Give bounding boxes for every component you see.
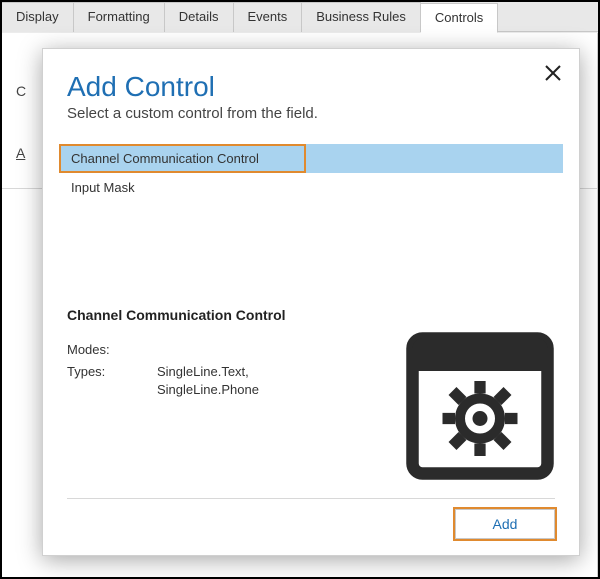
tab-business-rules[interactable]: Business Rules <box>302 2 421 32</box>
list-row-selected-strip[interactable]: Channel Communication Control <box>59 144 563 173</box>
add-control-dialog: Add Control Select a custom control from… <box>42 48 580 556</box>
control-list: Channel Communication Control Input Mask <box>59 144 563 202</box>
control-preview <box>405 331 555 481</box>
tab-events[interactable]: Events <box>234 2 303 32</box>
bg-mark-1: C <box>16 83 26 99</box>
tab-formatting[interactable]: Formatting <box>74 2 165 32</box>
types-value: SingleLine.Text, SingleLine.Phone <box>157 363 259 399</box>
dialog-footer: Add <box>67 498 555 539</box>
modes-label: Modes: <box>67 341 157 359</box>
control-details: Channel Communication Control Modes: Typ… <box>67 307 555 457</box>
bg-mark-2: A <box>16 145 26 161</box>
dialog-title: Add Control <box>67 71 555 103</box>
close-button[interactable] <box>543 63 563 83</box>
types-row: Types: SingleLine.Text, SingleLine.Phone <box>67 363 395 399</box>
tab-display[interactable]: Display <box>2 2 74 32</box>
list-item-channel-communication[interactable]: Channel Communication Control <box>59 144 306 173</box>
dialog-subtitle: Select a custom control from the field. <box>67 105 555 122</box>
tabstrip: Display Formatting Details Events Busine… <box>2 2 598 32</box>
details-left: Channel Communication Control Modes: Typ… <box>67 307 395 457</box>
viewport: Display Formatting Details Events Busine… <box>0 0 600 579</box>
add-button[interactable]: Add <box>455 509 555 539</box>
tab-details[interactable]: Details <box>165 2 234 32</box>
close-icon <box>543 63 563 83</box>
details-title: Channel Communication Control <box>67 307 395 323</box>
control-preview-icon <box>405 331 555 481</box>
list-item-input-mask[interactable]: Input Mask <box>59 173 563 202</box>
tab-controls[interactable]: Controls <box>421 3 498 33</box>
modes-row: Modes: <box>67 341 395 359</box>
types-label: Types: <box>67 363 157 399</box>
background-truncated-text: C A <box>16 83 26 207</box>
